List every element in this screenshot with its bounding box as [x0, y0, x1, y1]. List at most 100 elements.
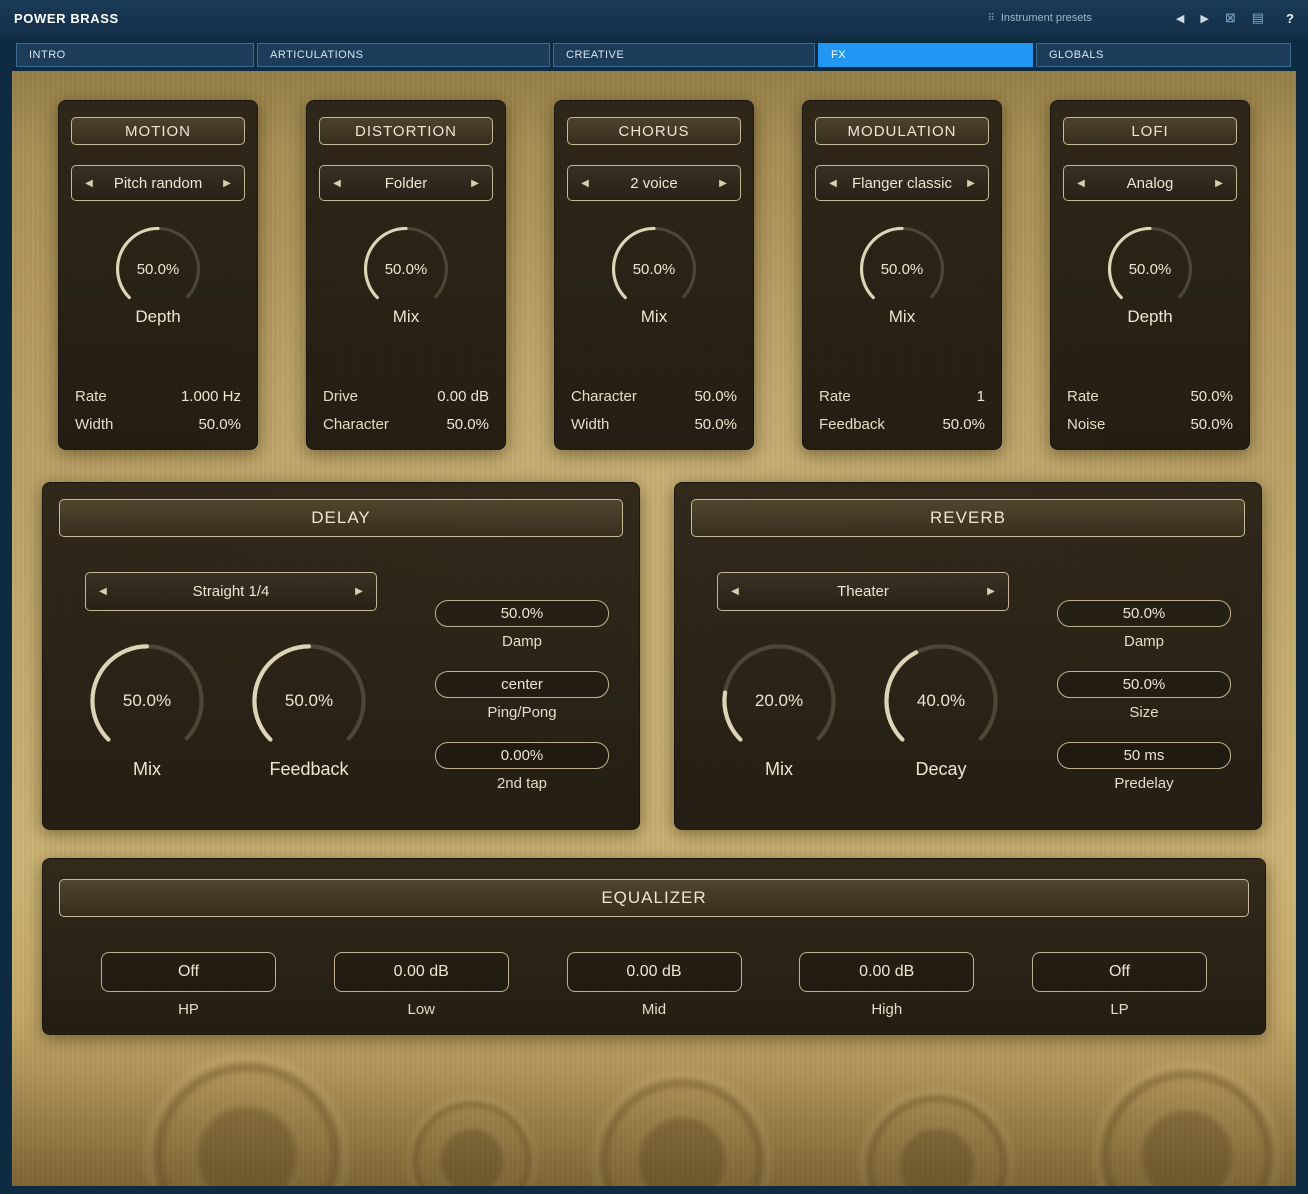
- prev-arrow-icon[interactable]: ◀: [726, 586, 744, 597]
- motion-type-selector[interactable]: ◀ Pitch random ▶: [71, 165, 245, 201]
- param-row: Rate 1.000 Hz: [75, 388, 241, 405]
- param-label: Character: [323, 416, 389, 433]
- next-arrow-icon[interactable]: ▶: [962, 178, 980, 189]
- instrument-presets-button[interactable]: ⠿ Instrument presets: [987, 12, 1091, 24]
- eq-mid-field[interactable]: 0.00 dB: [567, 952, 742, 992]
- param-row: Rate 50.0%: [1067, 388, 1233, 405]
- selector-value: Folder: [346, 175, 466, 192]
- tab-articulations[interactable]: ARTICULATIONS: [257, 43, 550, 67]
- prev-arrow-icon[interactable]: ◀: [328, 178, 346, 189]
- param-row: Rate 1: [819, 388, 985, 405]
- prev-arrow-icon[interactable]: ◀: [576, 178, 594, 189]
- delay-2ndtap-field[interactable]: 0.00%: [435, 742, 609, 769]
- tab-fx[interactable]: FX: [818, 43, 1033, 67]
- field-label: Damp: [1057, 633, 1231, 650]
- delay-pingpong-field[interactable]: center: [435, 671, 609, 698]
- reverb-damp-field[interactable]: 50.0%: [1057, 600, 1231, 627]
- prev-arrow-icon[interactable]: ◀: [1072, 178, 1090, 189]
- delay-header-button[interactable]: DELAY: [59, 499, 623, 537]
- param-value[interactable]: 50.0%: [446, 416, 489, 433]
- preset-prev-icon[interactable]: ◀: [1176, 12, 1184, 25]
- next-arrow-icon[interactable]: ▶: [1210, 178, 1228, 189]
- selector-value: Flanger classic: [842, 175, 962, 192]
- field-label: Size: [1057, 704, 1231, 721]
- param-value[interactable]: 1: [977, 388, 985, 405]
- param-value[interactable]: 50.0%: [198, 416, 241, 433]
- equalizer-panel: EQUALIZER Off HP 0.00 dB Low 0.00 dB Mid…: [42, 858, 1266, 1035]
- field-label: LP: [1032, 1001, 1207, 1018]
- lofi-depth-knob[interactable]: 50.0%: [1104, 223, 1196, 315]
- selector-value: Pitch random: [98, 175, 218, 192]
- eq-hp-field[interactable]: Off: [101, 952, 276, 992]
- field-label: Predelay: [1057, 775, 1231, 792]
- prev-arrow-icon[interactable]: ◀: [94, 586, 112, 597]
- lofi-header-button[interactable]: LOFI: [1063, 117, 1237, 145]
- tab-globals[interactable]: GLOBALS: [1036, 43, 1291, 67]
- selector-value: 2 voice: [594, 175, 714, 192]
- knob-value: 40.0%: [879, 639, 1003, 763]
- param-value[interactable]: 50.0%: [1190, 416, 1233, 433]
- param-row: Width 50.0%: [75, 416, 241, 433]
- next-arrow-icon[interactable]: ▶: [218, 178, 236, 189]
- eq-low-field[interactable]: 0.00 dB: [334, 952, 509, 992]
- reverb-header-button[interactable]: REVERB: [691, 499, 1245, 537]
- tab-creative[interactable]: CREATIVE: [553, 43, 815, 67]
- knob-value: 50.0%: [608, 223, 700, 315]
- chorus-header-button[interactable]: CHORUS: [567, 117, 741, 145]
- preset-next-icon[interactable]: ▶: [1200, 12, 1208, 25]
- prev-arrow-icon[interactable]: ◀: [80, 178, 98, 189]
- eq-high-field[interactable]: 0.00 dB: [799, 952, 974, 992]
- distortion-mix-knob[interactable]: 50.0%: [360, 223, 452, 315]
- modulation-header-button[interactable]: MODULATION: [815, 117, 989, 145]
- prev-arrow-icon[interactable]: ◀: [824, 178, 842, 189]
- param-value[interactable]: 0.00 dB: [437, 388, 489, 405]
- param-value[interactable]: 50.0%: [942, 416, 985, 433]
- modulation-mix-knob[interactable]: 50.0%: [856, 223, 948, 315]
- knob-value: 50.0%: [856, 223, 948, 315]
- next-arrow-icon[interactable]: ▶: [466, 178, 484, 189]
- param-row: Width 50.0%: [571, 416, 737, 433]
- reverb-mode-selector[interactable]: ◀ Theater ▶: [717, 572, 1009, 611]
- help-icon[interactable]: ?: [1286, 11, 1294, 26]
- param-value[interactable]: 1.000 Hz: [181, 388, 241, 405]
- next-arrow-icon[interactable]: ▶: [982, 586, 1000, 597]
- param-row: Noise 50.0%: [1067, 416, 1233, 433]
- motion-header-button[interactable]: MOTION: [71, 117, 245, 145]
- param-value[interactable]: 50.0%: [694, 388, 737, 405]
- param-label: Character: [571, 388, 637, 405]
- param-label: Drive: [323, 388, 358, 405]
- presets-label: Instrument presets: [1001, 12, 1092, 24]
- delay-mix-knob[interactable]: 50.0%: [85, 639, 209, 763]
- window-icon[interactable]: ⊠: [1225, 10, 1236, 26]
- distortion-header-button[interactable]: DISTORTION: [319, 117, 493, 145]
- param-label: Width: [571, 416, 609, 433]
- knob-value: 50.0%: [247, 639, 371, 763]
- knob-value: 50.0%: [1104, 223, 1196, 315]
- reverb-size-field[interactable]: 50.0%: [1057, 671, 1231, 698]
- eq-lp-field[interactable]: Off: [1032, 952, 1207, 992]
- motion-depth-knob[interactable]: 50.0%: [112, 223, 204, 315]
- modulation-type-selector[interactable]: ◀ Flanger classic ▶: [815, 165, 989, 201]
- next-arrow-icon[interactable]: ▶: [350, 586, 368, 597]
- distortion-panel: DISTORTION ◀ Folder ▶ 50.0% Mix Driv: [306, 100, 506, 450]
- tab-intro[interactable]: INTRO: [16, 43, 254, 67]
- param-value[interactable]: 50.0%: [694, 416, 737, 433]
- layout-icon[interactable]: ▤: [1252, 10, 1264, 26]
- delay-mode-selector[interactable]: ◀ Straight 1/4 ▶: [85, 572, 377, 611]
- delay-panel: DELAY ◀ Straight 1/4 ▶: [42, 482, 640, 830]
- reverb-predelay-field[interactable]: 50 ms: [1057, 742, 1231, 769]
- motion-panel: MOTION ◀ Pitch random ▶ 50.0% Depth: [58, 100, 258, 450]
- delay-damp-field[interactable]: 50.0%: [435, 600, 609, 627]
- brass-ornament: [122, 1031, 372, 1186]
- equalizer-header-button[interactable]: EQUALIZER: [59, 879, 1249, 917]
- presets-grid-icon: ⠿: [987, 13, 994, 24]
- param-value[interactable]: 50.0%: [1190, 388, 1233, 405]
- reverb-mix-knob[interactable]: 20.0%: [717, 639, 841, 763]
- delay-feedback-knob[interactable]: 50.0%: [247, 639, 371, 763]
- reverb-decay-knob[interactable]: 40.0%: [879, 639, 1003, 763]
- next-arrow-icon[interactable]: ▶: [714, 178, 732, 189]
- lofi-type-selector[interactable]: ◀ Analog ▶: [1063, 165, 1237, 201]
- chorus-mix-knob[interactable]: 50.0%: [608, 223, 700, 315]
- chorus-type-selector[interactable]: ◀ 2 voice ▶: [567, 165, 741, 201]
- distortion-type-selector[interactable]: ◀ Folder ▶: [319, 165, 493, 201]
